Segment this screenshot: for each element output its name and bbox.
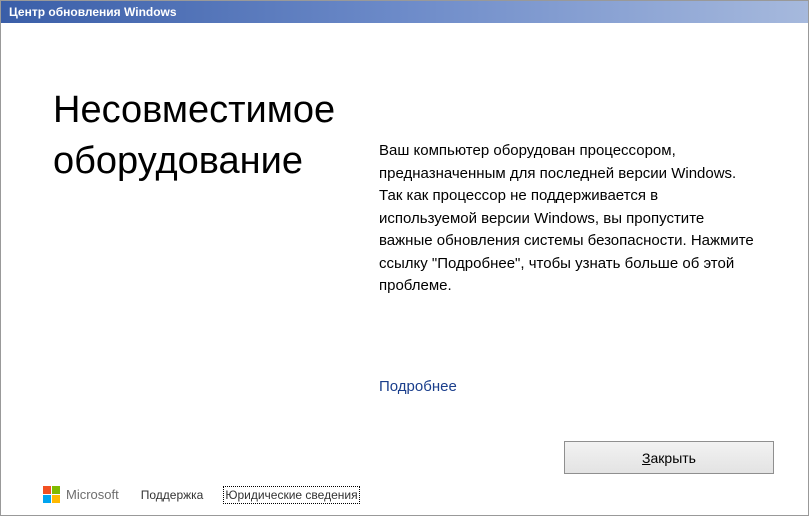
footer: Microsoft Поддержка Юридические сведения xyxy=(43,486,358,503)
microsoft-logo: Microsoft xyxy=(43,486,119,503)
microsoft-logo-text: Microsoft xyxy=(66,487,119,502)
window-title: Центр обновления Windows xyxy=(9,5,177,19)
close-button[interactable]: Закрыть xyxy=(564,441,774,474)
dialog-content: Несовместимое оборудование Ваш компьютер… xyxy=(1,23,808,515)
microsoft-logo-icon xyxy=(43,486,60,503)
support-link[interactable]: Поддержка xyxy=(141,488,204,502)
close-button-accel: З xyxy=(642,450,650,466)
learn-more-link[interactable]: Подробнее xyxy=(379,378,457,395)
message-body: Ваш компьютер оборудован процессором, пр… xyxy=(379,140,759,298)
titlebar: Центр обновления Windows xyxy=(1,1,808,23)
legal-link[interactable]: Юридические сведения xyxy=(225,488,357,502)
close-button-rest: акрыть xyxy=(651,450,696,466)
page-title: Несовместимое оборудование xyxy=(53,85,373,188)
